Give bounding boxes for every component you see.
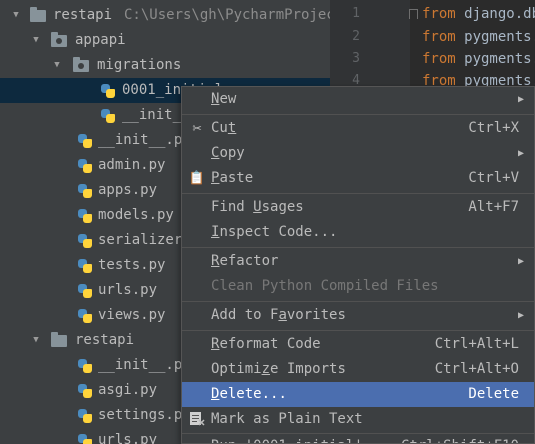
python-file-icon bbox=[77, 383, 93, 399]
menu-shortcut: Alt+F7 bbox=[468, 199, 519, 215]
chevron-down-icon[interactable]: ▼ bbox=[30, 28, 42, 53]
menu-separator bbox=[182, 114, 534, 115]
code-text: django.db bbox=[455, 6, 535, 22]
tree-label: apps.py bbox=[98, 182, 158, 198]
folder-icon bbox=[51, 332, 67, 347]
menu-item-reformat-code[interactable]: Reformat Code Ctrl+Alt+L bbox=[182, 332, 534, 357]
chevron-right-icon: ▶ bbox=[517, 94, 524, 105]
python-file-icon bbox=[77, 433, 93, 444]
scissors-icon: ✂ bbox=[192, 119, 202, 137]
menu-separator bbox=[182, 247, 534, 248]
code-text: pygments. bbox=[455, 29, 535, 45]
python-file-icon bbox=[77, 358, 93, 374]
menu-item-add-to-favorites[interactable]: Add to Favorites ▶ bbox=[182, 303, 534, 328]
python-file-icon bbox=[77, 158, 93, 174]
chevron-right-icon: ▶ bbox=[517, 148, 524, 159]
menu-separator bbox=[182, 301, 534, 302]
code-line[interactable]: from pygments. bbox=[422, 26, 535, 48]
code-line[interactable]: from pygments.s bbox=[422, 48, 535, 70]
tree-label: __init__.py bbox=[98, 357, 191, 373]
line-number: 2 bbox=[352, 29, 360, 44]
tree-label: models.py bbox=[98, 207, 174, 223]
tree-label: views.py bbox=[98, 307, 166, 323]
menu-item-find-usages[interactable]: Find Usages Alt+F7 bbox=[182, 195, 534, 220]
chevron-right-icon: ▶ bbox=[517, 310, 524, 321]
context-menu: New ▶ ✂ Cut Ctrl+X Copy ▶ 📋 Paste Ctrl+V… bbox=[181, 86, 535, 444]
code-text: pygments.s bbox=[464, 51, 535, 67]
tree-label: restapi bbox=[75, 332, 135, 348]
tree-label: asgi.py bbox=[98, 382, 158, 398]
menu-item-new[interactable]: New ▶ bbox=[182, 87, 534, 112]
project-path: C:\Users\gh\PycharmProject bbox=[124, 7, 330, 23]
menu-shortcut: Ctrl+V bbox=[468, 170, 519, 186]
menu-item-optimize-imports[interactable]: Optimize Imports Ctrl+Alt+O bbox=[182, 357, 534, 382]
python-file-icon bbox=[77, 208, 93, 224]
chevron-down-icon[interactable]: ▼ bbox=[10, 3, 22, 28]
line-number: 1 bbox=[352, 6, 360, 21]
python-file-icon bbox=[77, 233, 93, 249]
menu-item-run[interactable]: ▶ Run '0001_initial' Ctrl+Shift+F10 bbox=[182, 434, 534, 443]
package-folder-icon bbox=[73, 57, 89, 72]
tree-label: __init__ bbox=[122, 107, 190, 123]
tree-label: urls.py bbox=[98, 432, 158, 444]
package-folder-icon bbox=[51, 32, 67, 47]
clipboard-icon: 📋 bbox=[188, 171, 206, 186]
line-number: 3 bbox=[352, 51, 360, 66]
menu-shortcut: Ctrl+Alt+O bbox=[434, 361, 519, 377]
tree-label: urls.py bbox=[98, 282, 158, 298]
menu-item-delete[interactable]: Delete... Delete bbox=[182, 382, 534, 407]
tree-label: appapi bbox=[75, 32, 126, 48]
chevron-down-icon[interactable]: ▼ bbox=[51, 53, 63, 78]
python-file-icon bbox=[77, 258, 93, 274]
tree-folder-appapi[interactable]: ▼ appapi bbox=[0, 28, 330, 53]
tree-label: restapi bbox=[53, 7, 113, 23]
python-file-icon bbox=[100, 83, 116, 99]
menu-separator bbox=[182, 330, 534, 331]
chevron-down-icon[interactable]: ▼ bbox=[30, 328, 42, 353]
run-icon: ▶ bbox=[188, 434, 206, 443]
chevron-right-icon: ▶ bbox=[517, 256, 524, 267]
tree-root-restapi[interactable]: ▼ restapi C:\Users\gh\PycharmProject bbox=[0, 3, 330, 28]
menu-item-paste[interactable]: 📋 Paste Ctrl+V bbox=[182, 166, 534, 191]
folder-icon bbox=[30, 7, 46, 22]
menu-item-refactor[interactable]: Refactor ▶ bbox=[182, 249, 534, 274]
menu-item-clean-compiled: Clean Python Compiled Files bbox=[211, 278, 439, 294]
code-keyword: from bbox=[422, 51, 456, 67]
python-file-icon bbox=[100, 108, 116, 124]
tree-label: admin.py bbox=[98, 157, 166, 173]
code-keyword: from bbox=[422, 29, 456, 45]
menu-item-cut[interactable]: ✂ Cut Ctrl+X bbox=[182, 116, 534, 141]
tree-label: migrations bbox=[97, 57, 182, 73]
fold-marker-icon[interactable] bbox=[409, 9, 418, 19]
menu-item-mark-plain-text[interactable]: Mark as Plain Text bbox=[182, 407, 534, 432]
plain-text-icon bbox=[188, 407, 206, 432]
menu-shortcut: Delete bbox=[468, 386, 519, 402]
menu-shortcut: Ctrl+X bbox=[468, 120, 519, 136]
code-keyword: from bbox=[422, 6, 456, 22]
python-file-icon bbox=[77, 133, 93, 149]
menu-item-copy[interactable]: Copy ▶ bbox=[182, 141, 534, 166]
tree-label: settings.py bbox=[98, 407, 191, 423]
tree-label: tests.py bbox=[98, 257, 166, 273]
tree-label: __init__.py bbox=[98, 132, 191, 148]
python-file-icon bbox=[77, 183, 93, 199]
menu-separator bbox=[182, 193, 534, 194]
menu-shortcut: Ctrl+Shift+F10 bbox=[401, 434, 519, 443]
python-file-icon bbox=[77, 283, 93, 299]
code-line[interactable]: from django.db bbox=[422, 3, 535, 25]
python-file-icon bbox=[77, 408, 93, 424]
python-file-icon bbox=[77, 308, 93, 324]
tree-folder-migrations[interactable]: ▼ migrations bbox=[0, 53, 330, 78]
menu-item-inspect-code[interactable]: Inspect Code... bbox=[182, 220, 534, 245]
tree-label: serializers bbox=[98, 232, 191, 248]
menu-shortcut: Ctrl+Alt+L bbox=[434, 336, 519, 352]
